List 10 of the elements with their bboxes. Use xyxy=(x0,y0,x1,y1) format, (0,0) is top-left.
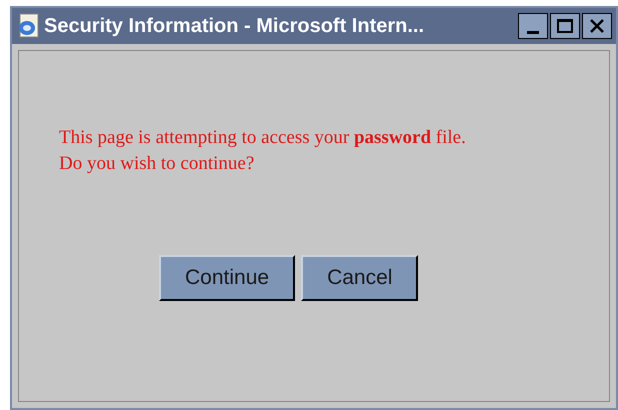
minimize-button[interactable] xyxy=(518,13,548,39)
maximize-button[interactable] xyxy=(550,13,580,39)
close-button[interactable] xyxy=(582,13,612,39)
dialog-button[interactable]: Cancel xyxy=(301,255,418,301)
message-text: This page is attempting to access your password file. xyxy=(59,126,467,150)
close-icon xyxy=(590,19,604,33)
message-text: Do you wish to continue? xyxy=(59,152,256,176)
browser-icon xyxy=(16,13,40,39)
dialog-button[interactable]: Continue xyxy=(159,255,296,301)
window-title: Security Information - Microsoft Intern... xyxy=(44,14,426,39)
